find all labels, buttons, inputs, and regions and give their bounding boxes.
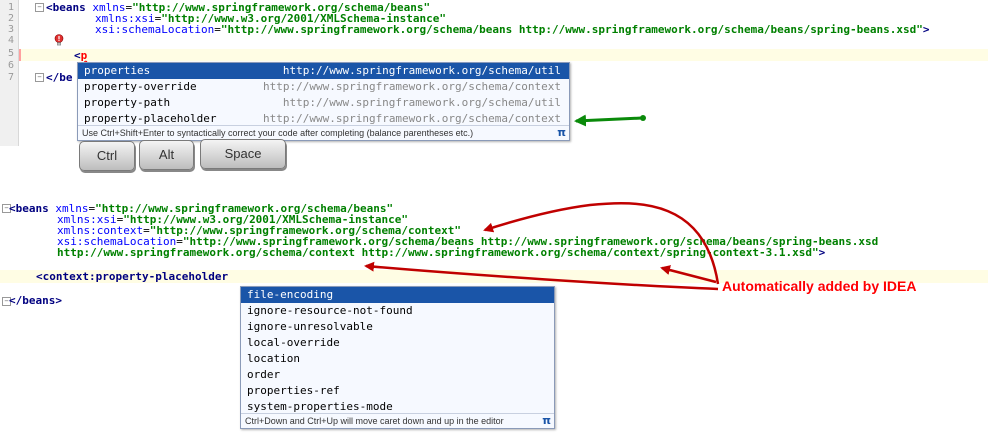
completion-item[interactable]: file-encoding: [241, 287, 554, 303]
item-namespace: http://www.springframework.org/schema/ut…: [282, 64, 561, 77]
tag-close: >: [818, 246, 826, 259]
item-name: location: [247, 352, 300, 365]
completion-item[interactable]: properties http://www.springframework.org…: [78, 63, 569, 79]
pi-icon[interactable]: π: [542, 414, 551, 427]
tag-close: >: [922, 23, 930, 36]
alt-key: Alt: [139, 140, 194, 170]
line-number: 1: [7, 2, 14, 13]
code-line-7: <context:property-placeholder: [36, 271, 228, 282]
equals: =: [214, 23, 221, 36]
item-name: ignore-unresolvable: [247, 320, 373, 333]
item-name: file-encoding: [247, 288, 334, 301]
annotation-label: Automatically added by IDEA: [722, 278, 917, 294]
completion-item[interactable]: ignore-unresolvable: [241, 319, 554, 335]
tag-namespace: context: [42, 270, 89, 283]
code-line-9: </beans>: [9, 295, 62, 306]
tag-close: </be: [46, 71, 73, 84]
item-name: property-path: [84, 96, 171, 109]
pi-icon[interactable]: π: [557, 126, 566, 139]
completion-item[interactable]: property-path http://www.springframework.…: [78, 95, 569, 111]
line-number: 3: [7, 24, 14, 35]
attr-value: http://www.springframework.org/schema/co…: [57, 246, 819, 259]
tag-close: </beans>: [9, 294, 62, 307]
line-number-gutter: 1 2 3 4 5 6 7: [0, 0, 19, 146]
current-line-highlight: [19, 49, 988, 61]
completion-popup-attributes[interactable]: file-encoding ignore-resource-not-found …: [240, 286, 555, 429]
completion-item[interactable]: order: [241, 367, 554, 383]
top-editor[interactable]: 1 2 3 4 5 6 7 − − <beans xmlns="http://w…: [0, 0, 988, 171]
error-bulb-icon[interactable]: [54, 34, 64, 46]
item-namespace: http://www.springframework.org/schema/co…: [262, 80, 561, 93]
attr-value: "http://www.springframework.org/schema/b…: [220, 23, 923, 36]
item-name: properties-ref: [247, 384, 340, 397]
item-name: ignore-resource-not-found: [247, 304, 413, 317]
code-line-7: </be: [46, 72, 73, 83]
tag-lt: <: [74, 49, 81, 62]
tag-colon: :: [88, 270, 96, 283]
line-number: 5: [7, 48, 14, 59]
tag-lt: <: [36, 270, 43, 283]
code-line-5: <p: [74, 50, 87, 61]
change-marker: [19, 49, 21, 61]
space-key: Space: [200, 139, 286, 169]
completion-item[interactable]: location: [241, 351, 554, 367]
code-line-5: http://www.springframework.org/schema/co…: [57, 247, 825, 258]
item-namespace: http://www.springframework.org/schema/ut…: [282, 96, 561, 109]
item-name: order: [247, 368, 281, 381]
popup-hint: Ctrl+Down and Ctrl+Up will move caret do…: [241, 413, 554, 428]
completion-popup-tags[interactable]: properties http://www.springframework.org…: [77, 62, 570, 141]
tag-open: <beans: [9, 202, 49, 215]
fold-marker-icon[interactable]: −: [35, 3, 44, 12]
typed-text: p: [80, 49, 88, 62]
ctrl-key: Ctrl: [79, 141, 135, 171]
fold-marker-icon[interactable]: −: [35, 73, 44, 82]
popup-hint: Use Ctrl+Shift+Enter to syntactically co…: [78, 125, 569, 140]
tag-name: property-placeholder: [95, 270, 229, 283]
code-line-3: xsi:schemaLocation="http://www.springfra…: [95, 24, 929, 35]
item-name: properties: [84, 64, 151, 77]
completion-item[interactable]: property-override http://www.springframew…: [78, 79, 569, 95]
item-name: local-override: [247, 336, 340, 349]
completion-item[interactable]: ignore-resource-not-found: [241, 303, 554, 319]
item-name: property-override: [84, 80, 197, 93]
tag-open: <beans: [46, 1, 86, 14]
attr-name: xsi:schemaLocation: [95, 23, 215, 36]
line-number: 7: [7, 72, 14, 83]
line-number: 6: [7, 60, 14, 71]
completion-item[interactable]: properties-ref: [241, 383, 554, 399]
line-number: 4: [7, 35, 14, 46]
line-number: 2: [7, 13, 14, 24]
completion-item[interactable]: local-override: [241, 335, 554, 351]
